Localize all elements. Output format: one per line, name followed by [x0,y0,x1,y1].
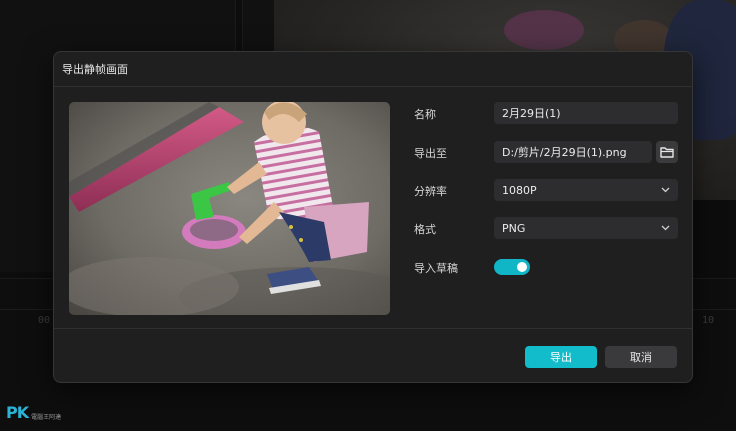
export-path-row: 导出至 D:/剪片/2月29日(1).png [414,141,678,163]
name-row: 名称 2月29日(1) [414,102,678,124]
resolution-label: 分辨率 [414,185,447,198]
watermark-pk-text: PK [6,403,29,422]
dialog-header: 导出静帧画面 [54,52,692,87]
resolution-select[interactable]: 1080P [494,179,678,201]
chevron-down-icon [660,185,670,195]
watermark-sub-text: 電腦王阿達 [31,414,62,421]
frame-preview-image [69,102,390,315]
name-label: 名称 [414,108,436,121]
format-row: 格式 PNG [414,217,678,239]
name-input-value: 2月29日(1) [502,107,561,120]
browse-folder-button[interactable] [656,141,678,163]
app-window: 00 10 导出静帧画面 名称 2月29日(1) 导出至 D:/剪片/2月29日… [0,0,736,431]
resolution-value: 1080P [502,183,537,197]
toggle-knob [517,262,527,272]
export-still-frame-dialog: 导出静帧画面 名称 2月29日(1) 导出至 D:/剪片/2月29日(1).pn… [53,51,693,383]
export-button[interactable]: 导出 [525,346,597,368]
dialog-title: 导出静帧画面 [62,63,128,76]
import-draft-row: 导入草稿 [414,256,678,278]
chevron-down-icon [660,223,670,233]
export-path-value: D:/剪片/2月29日(1).png [502,146,627,159]
dialog-divider [54,328,692,329]
format-label: 格式 [414,223,436,236]
folder-icon [660,147,674,158]
format-value: PNG [502,221,526,235]
watermark-logo: PK 電腦王阿達 [6,403,62,422]
name-input[interactable]: 2月29日(1) [494,102,678,124]
frame-preview-image [69,102,390,315]
cancel-button[interactable]: 取消 [605,346,677,368]
import-draft-toggle[interactable] [494,259,530,275]
format-select[interactable]: PNG [494,217,678,239]
export-path-input[interactable]: D:/剪片/2月29日(1).png [494,141,652,163]
export-to-label: 导出至 [414,147,447,160]
import-draft-label: 导入草稿 [414,262,458,275]
resolution-row: 分辨率 1080P [414,179,678,201]
